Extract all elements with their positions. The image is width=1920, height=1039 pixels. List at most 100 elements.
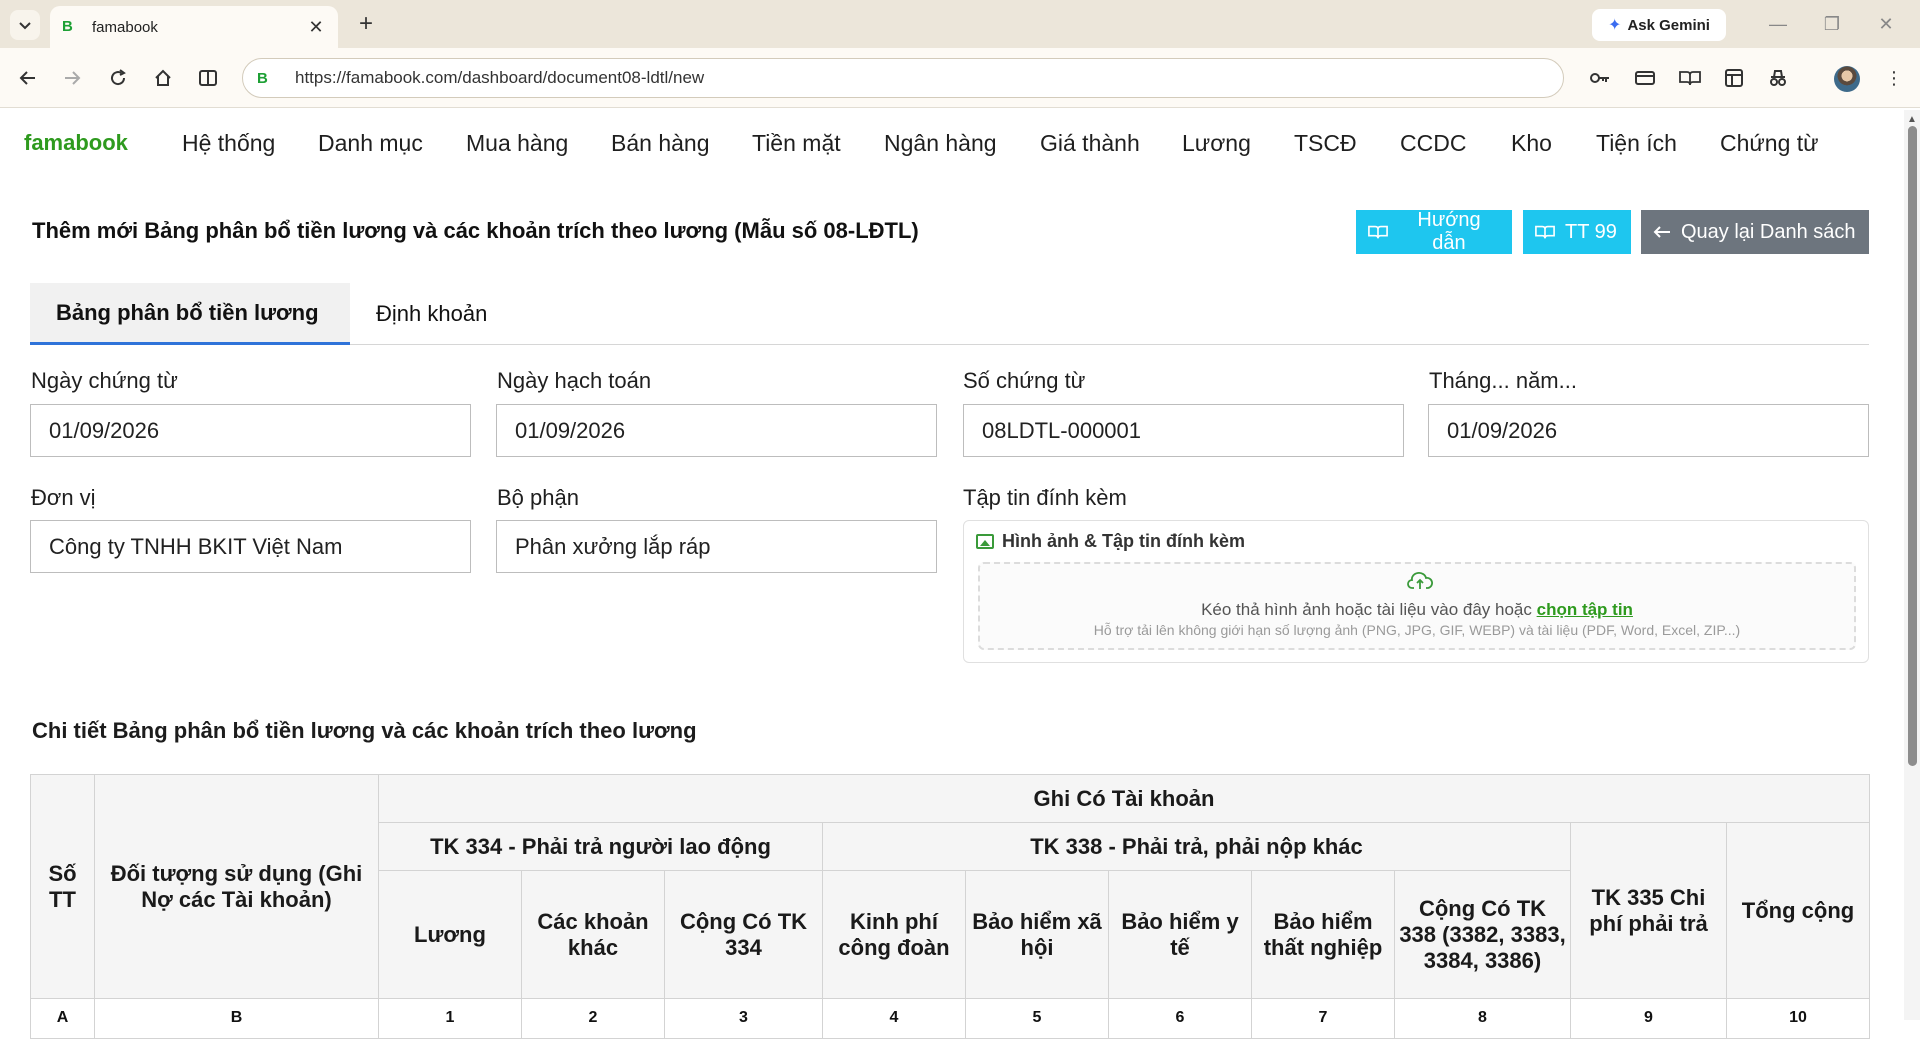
attachment-header-text: Hình ảnh & Tập tin đính kèm	[1002, 531, 1245, 551]
ask-gemini-label: Ask Gemini	[1627, 16, 1710, 34]
tt99-button[interactable]: TT 99	[1523, 210, 1631, 254]
table-cell: B	[94, 998, 379, 1039]
card-icon[interactable]	[1629, 62, 1661, 94]
col-bhxh: Bảo hiểm xã hội	[965, 870, 1109, 999]
menu-tscd[interactable]: TSCĐ	[1294, 130, 1357, 157]
col-doi-tuong: Đối tượng sử dụng (Ghi Nợ các Tài khoản)	[94, 774, 379, 999]
forward-arrow-icon[interactable]	[56, 62, 88, 94]
gemini-sparkle-icon: ✦	[1608, 17, 1622, 34]
menu-mua-hang[interactable]: Mua hàng	[466, 130, 568, 157]
ask-gemini-button[interactable]: ✦ Ask Gemini	[1592, 9, 1726, 41]
ngay-chung-tu-label: Ngày chứng từ	[31, 368, 178, 393]
col-tk338: TK 338 - Phải trả, phải nộp khác	[822, 822, 1571, 871]
table-index-row: A B 1 2 3 4 5 6 7 8 9 10	[30, 998, 1870, 1039]
page-scrollbar[interactable]: ▲	[1904, 110, 1920, 1020]
browser-tab-strip: B famabook ✕ + ✦ Ask Gemini — ❐ ✕	[0, 0, 1920, 48]
arrow-left-icon	[1653, 226, 1670, 238]
split-view-icon[interactable]	[192, 62, 224, 94]
tt99-button-label: TT 99	[1565, 220, 1617, 243]
home-icon[interactable]	[147, 62, 179, 94]
cloud-upload-icon	[1407, 572, 1433, 589]
bo-phan-label: Bộ phận	[497, 485, 579, 510]
choose-file-link[interactable]: chọn tập tin	[1537, 600, 1633, 619]
famabook-favicon-icon: B	[62, 18, 73, 35]
col-cac-khoan-khac: Các khoản khác	[521, 870, 665, 999]
table-cell: 3	[664, 998, 823, 1039]
table-icon[interactable]	[1718, 62, 1750, 94]
incognito-icon[interactable]	[1762, 62, 1794, 94]
new-tab-button[interactable]: +	[352, 10, 380, 38]
close-icon[interactable]: ✕	[306, 17, 326, 38]
window-close-icon[interactable]: ✕	[1866, 10, 1906, 38]
col-cong-co-338: Cộng Có TK 338 (3382, 3383, 3384, 3386)	[1394, 870, 1571, 999]
drop-instructions: Kéo thả hình ảnh hoặc tài liệu vào đây h…	[980, 600, 1854, 620]
table-cell: 6	[1108, 998, 1252, 1039]
site-info-icon[interactable]: B	[257, 70, 273, 87]
table-cell: 5	[965, 998, 1109, 1039]
ngay-hach-toan-label: Ngày hạch toán	[497, 368, 652, 393]
menu-ban-hang[interactable]: Bán hàng	[611, 130, 709, 157]
reading-mode-icon[interactable]	[1674, 62, 1706, 94]
scroll-up-icon[interactable]: ▲	[1907, 114, 1917, 125]
back-to-list-label: Quay lại Danh sách	[1681, 220, 1856, 243]
attachment-header: Hình ảnh & Tập tin đính kèm	[976, 531, 1245, 552]
menu-tien-ich[interactable]: Tiện ích	[1596, 130, 1677, 157]
image-icon	[976, 534, 994, 549]
menu-danh-muc[interactable]: Danh mục	[318, 130, 423, 157]
drop-support-note: Hỗ trợ tải lên không giới hạn số lượng ả…	[1093, 622, 1741, 638]
app-top-nav: famabook Hệ thống Danh mục Mua hàng Bán …	[0, 110, 1900, 176]
don-vi-label: Đơn vị	[31, 485, 96, 510]
browser-tab[interactable]: B famabook ✕	[50, 6, 338, 48]
col-luong: Lương	[378, 870, 522, 999]
thang-nam-input[interactable]	[1428, 404, 1869, 457]
ngay-chung-tu-input[interactable]	[30, 404, 471, 457]
thang-nam-label: Tháng... năm...	[1429, 368, 1577, 393]
col-bhyt: Bảo hiểm y tế	[1108, 870, 1252, 999]
attachments-label: Tập tin đính kèm	[963, 485, 1127, 510]
menu-ccdc[interactable]: CCDC	[1400, 130, 1466, 157]
brand-logo[interactable]: famabook	[24, 130, 128, 156]
col-cong-co-334: Cộng Có TK 334	[664, 870, 823, 999]
file-dropzone[interactable]: Kéo thả hình ảnh hoặc tài liệu vào đây h…	[978, 562, 1856, 650]
tab-bang-phan-bo[interactable]: Bảng phân bổ tiền lương	[30, 283, 350, 345]
browser-toolbar: B https://famabook.com/dashboard/documen…	[0, 48, 1920, 108]
bo-phan-input[interactable]	[496, 520, 937, 573]
so-chung-tu-input[interactable]	[963, 404, 1404, 457]
col-tong-cong: Tổng cộng	[1726, 822, 1870, 999]
ngay-hach-toan-input[interactable]	[496, 404, 937, 457]
menu-tien-mat[interactable]: Tiền mặt	[752, 130, 841, 157]
menu-ngan-hang[interactable]: Ngân hàng	[884, 130, 997, 157]
drop-text: Kéo thả hình ảnh hoặc tài liệu vào đây h…	[1201, 600, 1532, 619]
table-cell: A	[30, 998, 95, 1039]
detail-section-title: Chi tiết Bảng phân bổ tiền lương và các …	[32, 718, 697, 743]
guide-button[interactable]: Hướng dẫn	[1356, 209, 1512, 254]
chevron-down-icon	[19, 22, 31, 30]
minimize-icon[interactable]: —	[1758, 10, 1798, 38]
menu-gia-thanh[interactable]: Giá thành	[1040, 130, 1140, 157]
address-bar[interactable]: B https://famabook.com/dashboard/documen…	[242, 58, 1564, 98]
menu-he-thong[interactable]: Hệ thống	[182, 130, 275, 157]
col-tk334: TK 334 - Phải trả người lao động	[378, 822, 823, 871]
tab-search-button[interactable]	[10, 10, 40, 40]
more-menu-icon[interactable]: ⋮	[1878, 62, 1910, 94]
menu-chung-tu[interactable]: Chứng từ	[1720, 130, 1819, 157]
table-cell: 4	[822, 998, 966, 1039]
menu-luong[interactable]: Lương	[1182, 130, 1251, 157]
don-vi-input[interactable]	[30, 520, 471, 573]
table-cell: 8	[1394, 998, 1571, 1039]
tab-dinh-khoan[interactable]: Định khoản	[376, 283, 487, 345]
reload-icon[interactable]	[102, 62, 134, 94]
key-icon[interactable]	[1584, 62, 1616, 94]
col-ghi-co: Ghi Có Tài khoản	[378, 774, 1870, 823]
profile-avatar[interactable]	[1834, 66, 1860, 92]
back-arrow-icon[interactable]	[12, 62, 44, 94]
back-to-list-button[interactable]: Quay lại Danh sách	[1641, 210, 1869, 254]
table-cell: 9	[1570, 998, 1727, 1039]
menu-kho[interactable]: Kho	[1511, 130, 1552, 157]
form-tabs: Bảng phân bổ tiền lương Định khoản	[30, 283, 1869, 345]
table-cell: 2	[521, 998, 665, 1039]
so-chung-tu-label: Số chứng từ	[963, 368, 1086, 393]
restore-icon[interactable]: ❐	[1812, 10, 1852, 38]
col-stt: Số TT	[30, 774, 95, 999]
scrollbar-thumb[interactable]	[1908, 126, 1917, 766]
